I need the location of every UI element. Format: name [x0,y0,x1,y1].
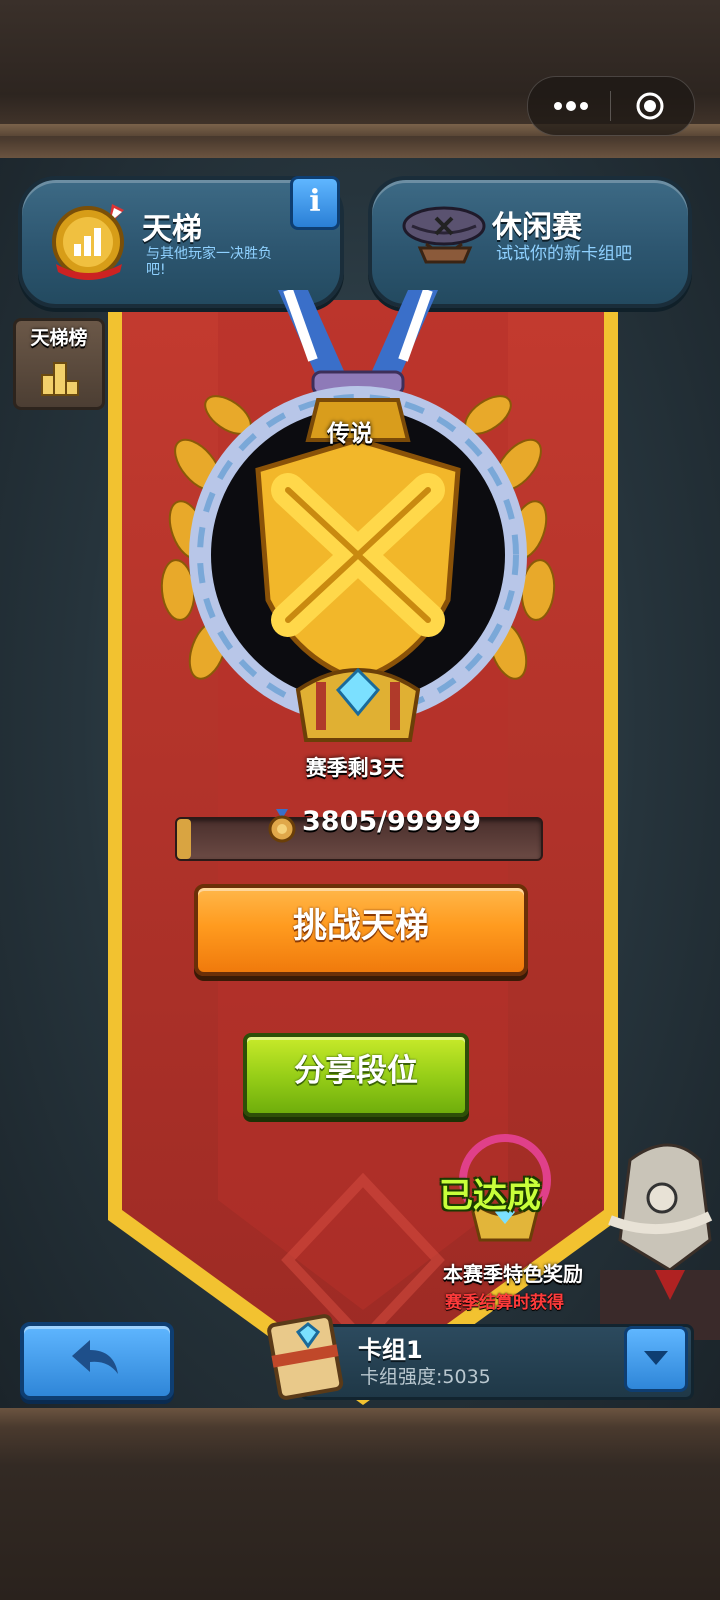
deck-name: 卡组1 [358,1336,423,1364]
reward-title: 本赛季特色奖励 [443,1262,583,1286]
tab-casual-title: 休闲赛 [492,210,582,245]
podium-icon [41,362,79,396]
reward-subtitle: 赛季结算时获得 [445,1293,564,1313]
info-button[interactable]: i [290,176,340,230]
tab-casual[interactable]: 休闲赛 试试你的新卡组吧 [368,176,692,308]
ladder-medal-icon [52,204,124,280]
rank-points-text: 3805/99999 [302,806,481,837]
rank-points-fill [177,819,191,859]
share-rank-button[interactable]: 分享段位 [243,1033,469,1117]
season-remaining: 赛季剩3天 [305,756,405,780]
airship-icon [402,206,486,264]
leaderboard-label: 天梯榜 [30,327,88,349]
more-options-icon[interactable] [550,94,592,118]
tab-casual-subtitle: 试试你的新卡组吧 [496,244,632,264]
rank-name: 传说 [327,421,373,447]
close-target-icon[interactable] [635,91,665,121]
deck-scroll-icon [267,1314,344,1400]
medal-coin-icon [268,809,296,843]
tab-ladder-title: 天梯 [142,212,202,247]
mini-program-capsule [527,76,695,136]
leaderboard-button[interactable]: 天梯榜 [13,318,105,410]
capsule-divider [610,91,611,121]
tab-ladder-subtitle: 与其他玩家一决胜负吧! [146,246,272,278]
legend-rank-emblem [160,290,556,742]
deck-power: 卡组强度:5035 [360,1366,491,1388]
deck-dropdown-button[interactable] [624,1326,688,1392]
chevron-down-icon [644,1351,668,1365]
reward-achieved-status: 已达成 [439,1176,541,1216]
back-arrow-icon [72,1340,118,1374]
back-button[interactable] [20,1322,174,1400]
bottom-frame [0,1408,720,1600]
challenge-ladder-button[interactable]: 挑战天梯 [194,884,528,976]
